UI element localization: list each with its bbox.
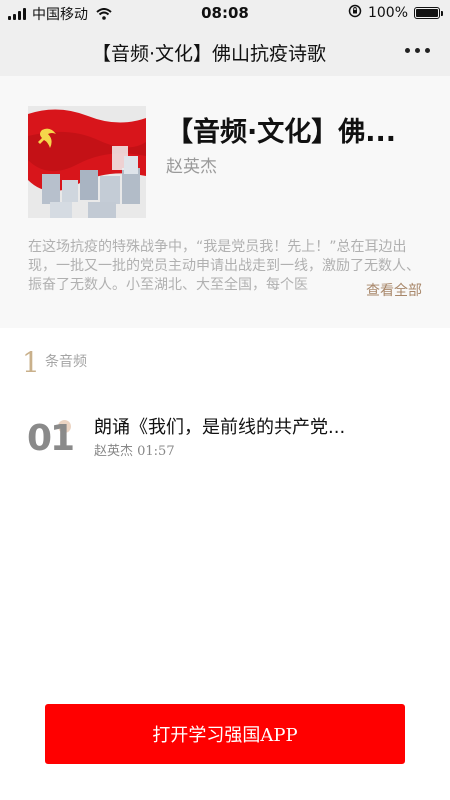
- status-bar: 中国移动 08:08 100%: [0, 0, 450, 26]
- status-right: 100%: [348, 4, 443, 22]
- orientation-lock-icon: [348, 4, 362, 22]
- album-title: 【音频·文化】佛...: [166, 117, 397, 148]
- nav-title: 【音频·文化】佛山抗疫诗歌: [92, 43, 327, 65]
- album-header: 【音频·文化】佛... 赵英杰 在这场抗疫的特殊战争中，“我是党员我！先上！”总…: [0, 76, 450, 328]
- screen: 中国移动 08:08 100% 【音频·文化】佛山抗疫诗歌 【音频·文化】佛..…: [0, 0, 450, 800]
- more-dots-icon[interactable]: [405, 48, 430, 53]
- open-app-button[interactable]: 打开学习强国APP: [45, 704, 405, 764]
- album-cover-image: [28, 106, 146, 218]
- album-author: 赵英杰: [166, 157, 217, 177]
- view-all-link[interactable]: 查看全部: [362, 280, 422, 300]
- battery-fill: [416, 9, 438, 17]
- nav-bar: 【音频·文化】佛山抗疫诗歌: [0, 26, 450, 76]
- track-meta: 赵英杰 01:57: [94, 444, 175, 459]
- track-count: 1: [22, 346, 40, 379]
- track-index: 01: [27, 418, 75, 459]
- track-title[interactable]: 朗诵《我们，是前线的共产党...: [94, 413, 394, 439]
- description-fade: [300, 276, 360, 296]
- track-count-label: 条音频: [45, 354, 87, 370]
- battery-percent: 100%: [367, 5, 408, 21]
- battery-icon: [414, 7, 443, 19]
